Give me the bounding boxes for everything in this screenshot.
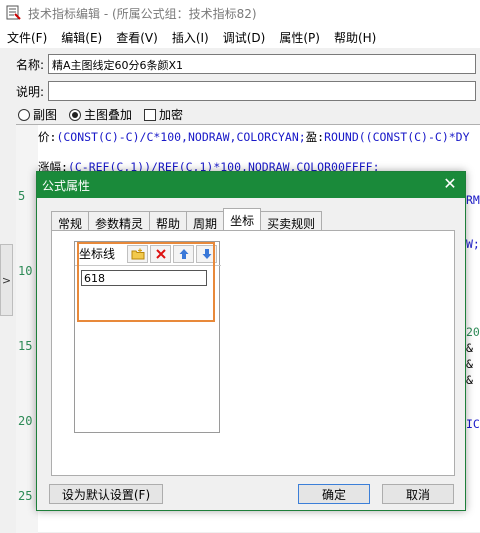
code-line: 价:(CONST(C)-C)/C*100,NODRAW,COLORCYAN;盈:… xyxy=(38,129,470,145)
display-mode-row: 副图 主图叠加 加密 xyxy=(18,106,183,123)
code-fragment: & xyxy=(466,341,473,355)
line-number: 5 xyxy=(18,189,26,203)
code-fragment: & xyxy=(466,357,473,371)
line-number: 25 xyxy=(18,489,33,503)
formula-properties-dialog: 公式属性 ✕ 常规 参数精灵 帮助 周期 坐标 买卖规则 坐标线 618 设为默… xyxy=(36,171,466,511)
menu-properties[interactable]: 属性(P) xyxy=(272,29,327,46)
name-label: 名称: xyxy=(15,57,44,72)
menu-bar: 文件(F) 编辑(E) 查看(V) 插入(I) 调试(D) 属性(P) 帮助(H… xyxy=(0,26,480,48)
description-label: 说明: xyxy=(15,84,44,99)
code-fragment: W; xyxy=(466,237,480,251)
dialog-title-bar: 公式属性 ✕ xyxy=(37,172,465,198)
line-number: 15 xyxy=(18,339,33,353)
code-fragment: RM xyxy=(466,193,480,207)
code-fragment: 20 xyxy=(466,325,480,339)
radio-subchart[interactable] xyxy=(18,108,30,121)
app-icon xyxy=(6,5,22,21)
annotation-highlight-box xyxy=(77,242,215,322)
dialog-title: 公式属性 xyxy=(42,178,91,193)
name-field[interactable]: 精A主图线定60分6条颜X1 xyxy=(48,54,476,74)
radio-subchart-label: 副图 xyxy=(33,108,58,122)
close-icon[interactable]: ✕ xyxy=(441,175,459,193)
code-fragment: & xyxy=(466,373,473,387)
description-row: 说明: xyxy=(0,81,480,101)
radio-main-overlay-label: 主图叠加 xyxy=(84,108,133,122)
code-token: 盈: xyxy=(305,130,325,144)
line-number: 20 xyxy=(18,414,33,428)
cancel-button[interactable]: 取消 xyxy=(382,484,454,504)
line-number: 10 xyxy=(18,264,33,278)
name-row: 名称: 精A主图线定60分6条颜X1 xyxy=(0,54,480,74)
chevron-right-icon: > xyxy=(1,273,12,287)
line-number-gutter xyxy=(16,125,38,533)
menu-insert[interactable]: 插入(I) xyxy=(165,29,216,46)
side-expand-tab[interactable]: > xyxy=(0,244,13,316)
encrypt-checkbox[interactable] xyxy=(144,108,157,121)
code-token: (CONST(C)-C)/C*100,NODRAW,COLORCYAN; xyxy=(56,130,306,144)
menu-help[interactable]: 帮助(H) xyxy=(327,29,383,46)
code-token: ROUND((CONST(C)-C)*DY xyxy=(324,130,470,144)
menu-debug[interactable]: 调试(D) xyxy=(216,29,273,46)
radio-main-overlay[interactable] xyxy=(69,108,82,121)
menu-file[interactable]: 文件(F) xyxy=(0,29,54,46)
code-token: 价: xyxy=(38,130,57,144)
menu-edit[interactable]: 编辑(E) xyxy=(54,29,109,46)
code-fragment: IC xyxy=(466,417,480,431)
set-default-button[interactable]: 设为默认设置(F) xyxy=(49,484,163,504)
window-title-bar: 技术指标编辑 - (所属公式组：技术指标82) xyxy=(0,0,480,26)
menu-view[interactable]: 查看(V) xyxy=(109,29,165,46)
window-title: 技术指标编辑 - (所属公式组：技术指标82) xyxy=(28,6,257,21)
encrypt-label: 加密 xyxy=(159,108,184,122)
description-field[interactable] xyxy=(48,81,476,101)
ok-button[interactable]: 确定 xyxy=(298,484,370,504)
